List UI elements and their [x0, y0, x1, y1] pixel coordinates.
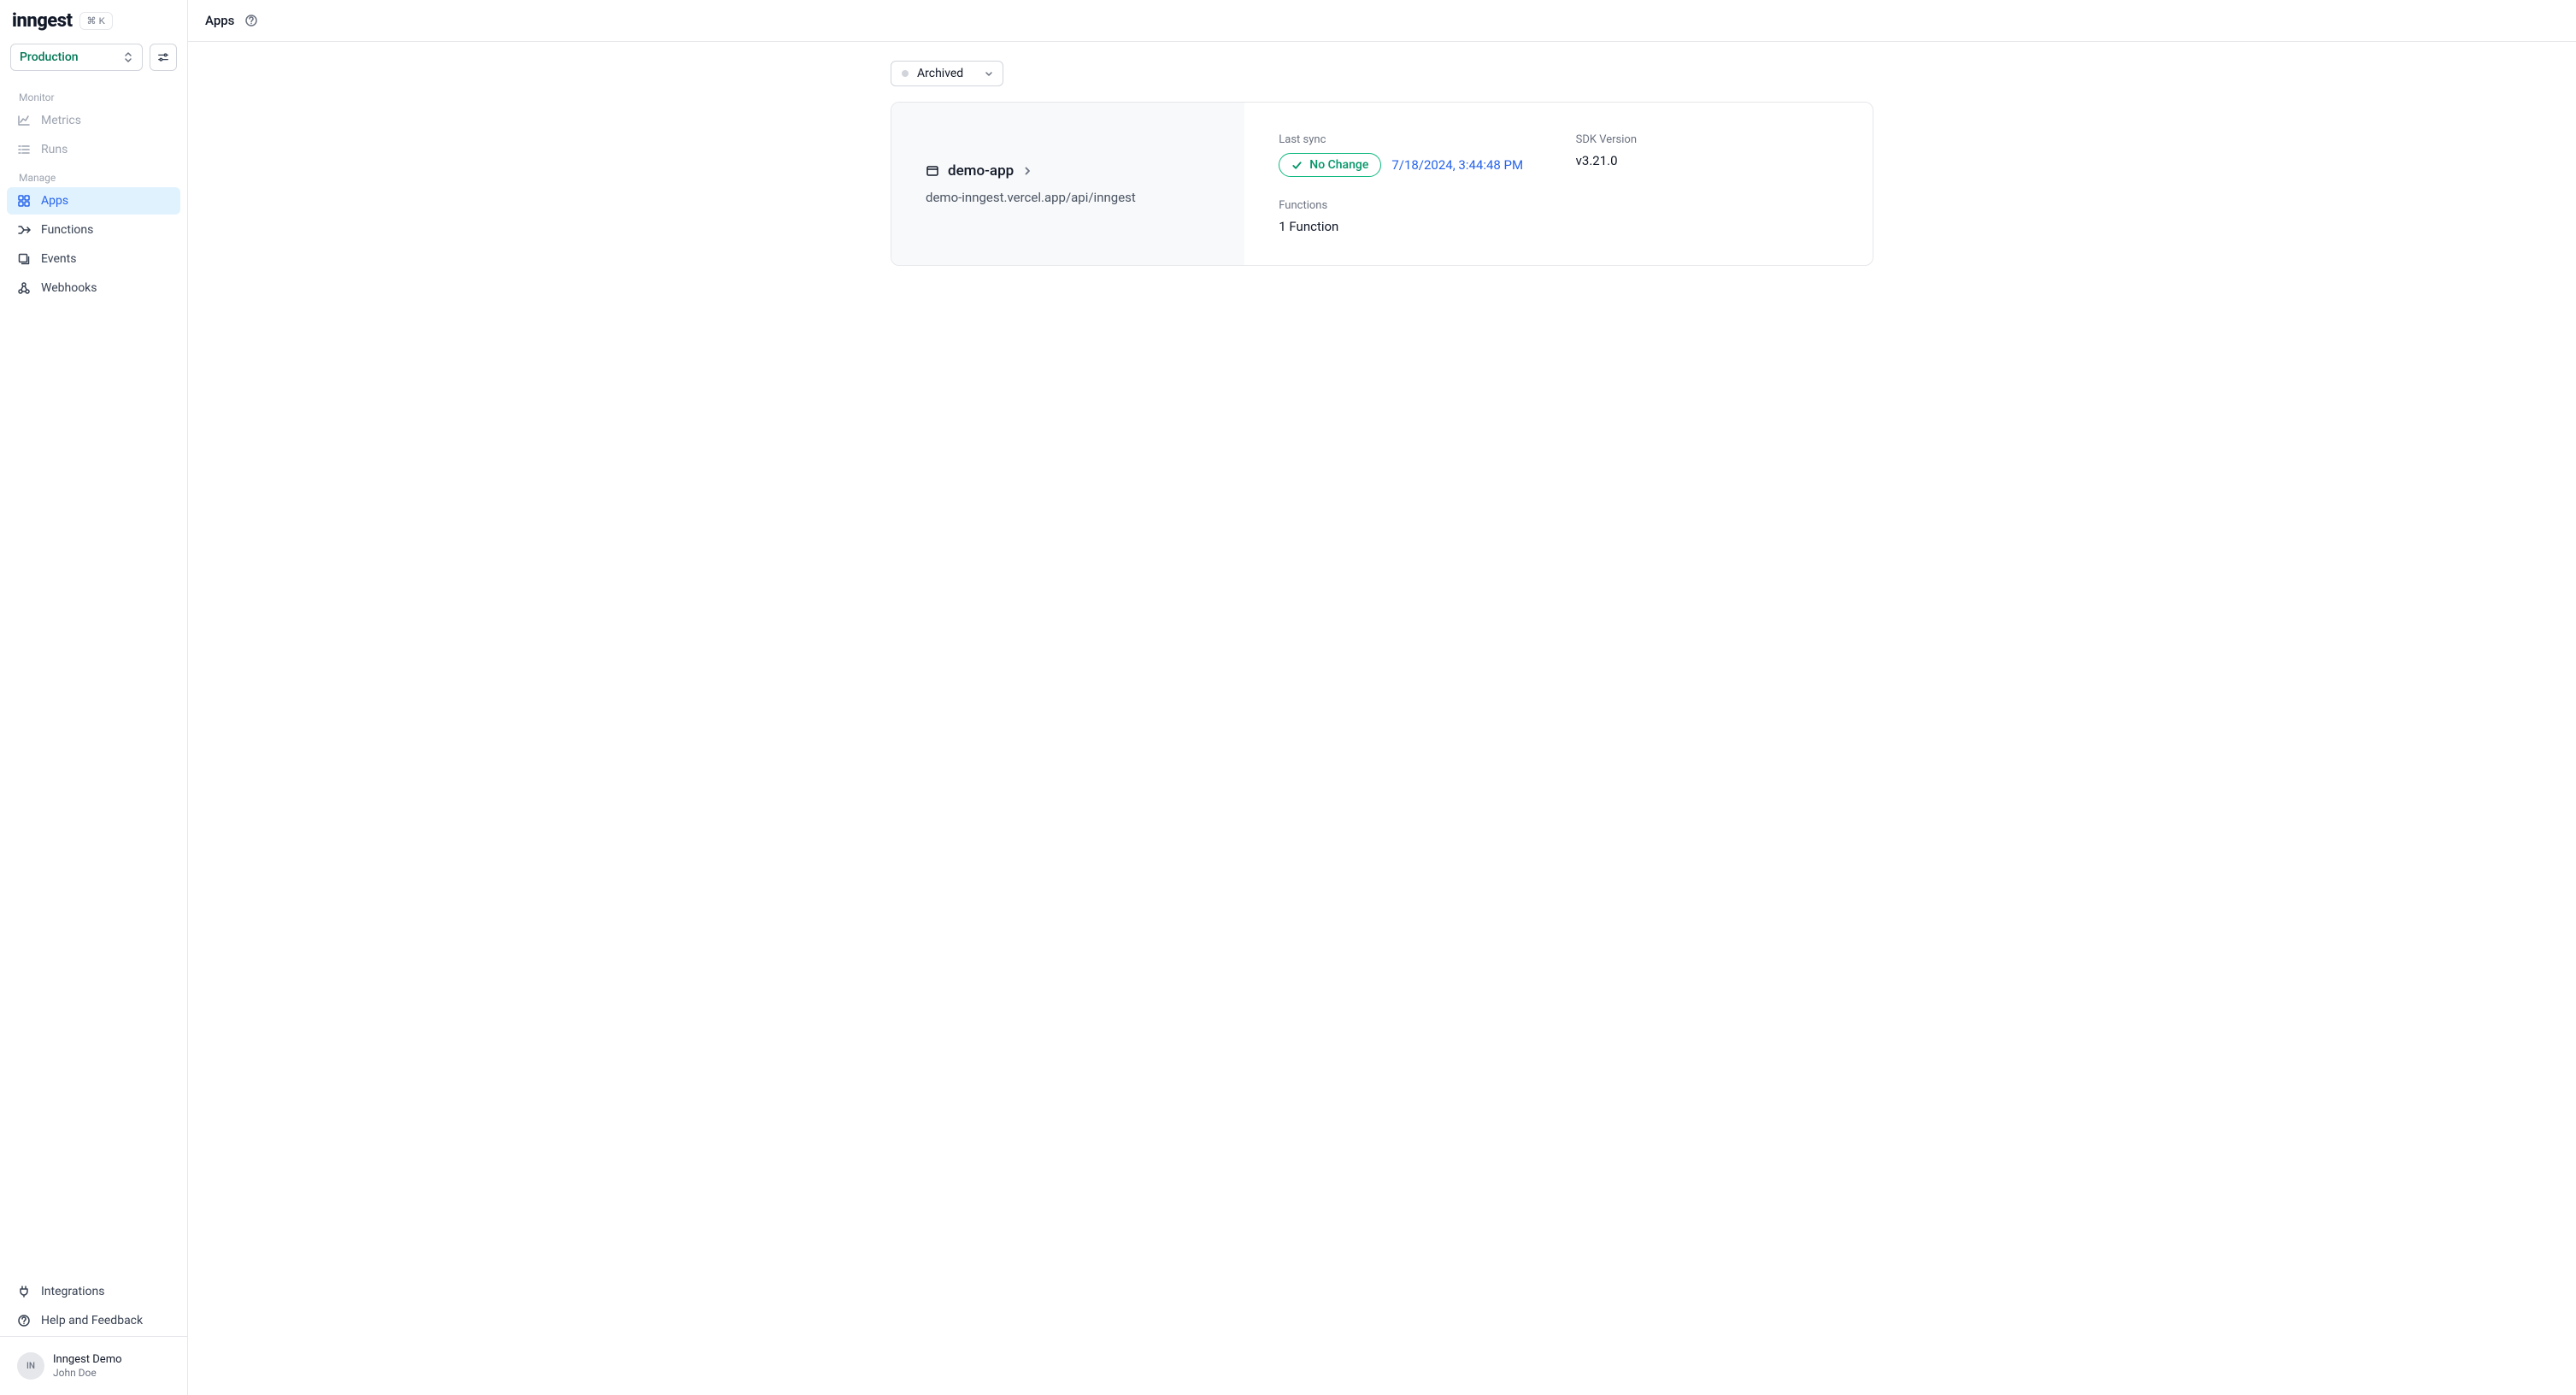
sidebar-footer: IN Inngest Demo John Doe — [0, 1336, 187, 1395]
app-card-details: Last sync No Change 7/18/2024, 3:44:48 P… — [1244, 103, 1873, 265]
list-icon — [17, 143, 31, 156]
nav-item-label: Functions — [41, 223, 93, 237]
nav-item-webhooks[interactable]: Webhooks — [7, 274, 180, 302]
status-filter-label: Archived — [917, 67, 963, 80]
chevron-down-icon — [984, 68, 994, 79]
user-org: Inngest Demo — [53, 1353, 122, 1367]
check-icon — [1291, 160, 1303, 171]
nav-section-manage: Manage — [7, 165, 180, 187]
help-icon — [17, 1314, 31, 1327]
flow-icon — [17, 223, 31, 237]
nav-item-metrics[interactable]: Metrics — [7, 107, 180, 134]
brand-logo: inngest — [12, 10, 73, 32]
page-title: Apps — [205, 13, 234, 28]
field-empty — [1576, 199, 1838, 234]
field-last-sync: Last sync No Change 7/18/2024, 3:44:48 P… — [1279, 133, 1541, 177]
sliders-icon — [157, 51, 169, 63]
nav-item-label: Integrations — [41, 1285, 104, 1298]
sync-status-badge: No Change — [1279, 153, 1381, 177]
layers-icon — [17, 252, 31, 266]
environment-select[interactable]: Production — [10, 44, 143, 71]
nav-item-apps[interactable]: Apps — [7, 187, 180, 215]
webhook-icon — [17, 281, 31, 295]
field-label: Last sync — [1279, 133, 1541, 146]
nav-item-label: Help and Feedback — [41, 1314, 143, 1327]
nav: Monitor Metrics Runs Manage Apps — [0, 81, 187, 1273]
user-name: John Doe — [53, 1367, 122, 1379]
app-url: demo-inngest.vercel.app/api/inngest — [926, 190, 1210, 205]
app-name-link[interactable]: demo-app — [926, 162, 1210, 180]
sdk-version-value: v3.21.0 — [1576, 153, 1838, 168]
command-palette-button[interactable]: ⌘ K — [79, 12, 113, 30]
user-meta: Inngest Demo John Doe — [53, 1353, 122, 1379]
chevron-up-down-icon — [123, 51, 133, 63]
nav-item-functions[interactable]: Functions — [7, 216, 180, 244]
nav-item-label: Metrics — [41, 114, 81, 127]
functions-value: 1 Function — [1279, 219, 1541, 234]
nav-item-label: Apps — [41, 194, 68, 208]
chevron-right-icon — [1022, 166, 1032, 176]
field-label: Functions — [1279, 199, 1541, 212]
field-functions: Functions 1 Function — [1279, 199, 1541, 234]
app-card-summary: demo-app demo-inngest.vercel.app/api/inn… — [891, 103, 1244, 265]
sidebar-header: inngest ⌘ K — [0, 0, 187, 37]
app-card: demo-app demo-inngest.vercel.app/api/inn… — [891, 102, 1873, 266]
field-label: SDK Version — [1576, 133, 1838, 146]
nav-item-events[interactable]: Events — [7, 245, 180, 273]
environment-selected-label: Production — [20, 50, 79, 64]
sync-time-link[interactable]: 7/18/2024, 3:44:48 PM — [1391, 157, 1523, 173]
status-filter-dropdown[interactable]: Archived — [891, 61, 1003, 86]
nav-bottom: Integrations Help and Feedback — [0, 1273, 187, 1336]
sidebar: inngest ⌘ K Production Monitor — [0, 0, 188, 1395]
sync-status-text: No Change — [1309, 158, 1368, 172]
help-icon[interactable] — [244, 14, 258, 27]
nav-section-monitor: Monitor — [7, 85, 180, 107]
avatar: IN — [17, 1352, 44, 1380]
chart-line-icon — [17, 114, 31, 127]
app-name: demo-app — [948, 162, 1014, 180]
header: Apps — [188, 0, 2576, 42]
nav-item-help[interactable]: Help and Feedback — [7, 1307, 180, 1334]
nav-item-label: Webhooks — [41, 281, 97, 295]
main: Apps Archived — [188, 0, 2576, 1395]
environment-settings-button[interactable] — [150, 44, 177, 71]
user-menu[interactable]: IN Inngest Demo John Doe — [7, 1344, 180, 1388]
window-icon — [926, 164, 939, 178]
plug-icon — [17, 1285, 31, 1298]
environment-row: Production — [0, 37, 187, 81]
grid-icon — [17, 194, 31, 208]
nav-item-integrations[interactable]: Integrations — [7, 1278, 180, 1305]
nav-item-runs[interactable]: Runs — [7, 136, 180, 163]
nav-item-label: Events — [41, 252, 76, 266]
field-sdk-version: SDK Version v3.21.0 — [1576, 133, 1838, 177]
filter-row: Archived — [891, 61, 1873, 86]
nav-item-label: Runs — [41, 143, 68, 156]
content: Archived demo-app — [188, 42, 2576, 1395]
status-dot-icon — [902, 70, 909, 77]
